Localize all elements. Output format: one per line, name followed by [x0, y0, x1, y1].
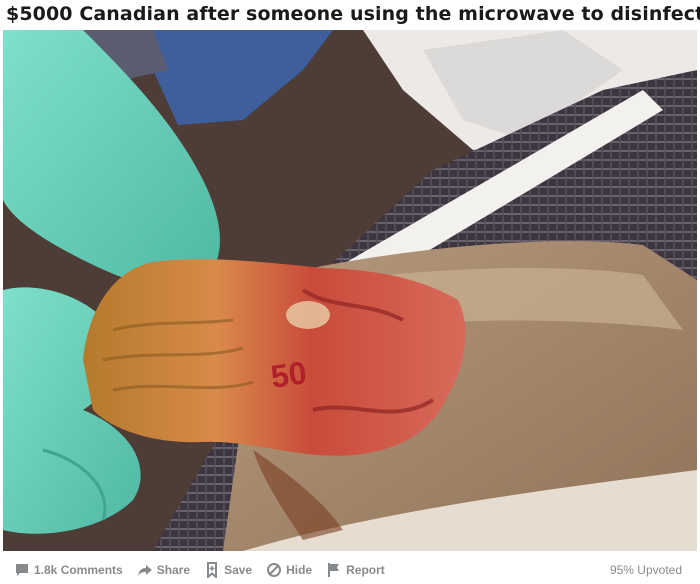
share-icon	[137, 565, 152, 576]
share-label: Share	[156, 563, 191, 577]
share-button[interactable]: Share	[133, 560, 194, 580]
post-action-bar: 1.8k Comments Share Save Hide Report 95%…	[0, 556, 700, 584]
microwaved-money-photo: 50	[3, 30, 697, 551]
banknote-denomination: 50	[269, 354, 309, 395]
hide-button[interactable]: Hide	[262, 560, 316, 580]
report-label: Report	[346, 563, 385, 577]
save-button[interactable]: Save	[200, 560, 256, 580]
post-title[interactable]: $5000 Canadian after someone using the m…	[6, 2, 700, 30]
report-button[interactable]: Report	[322, 560, 389, 580]
upvote-ratio: 95% Upvoted	[609, 563, 682, 577]
post-image[interactable]: 50	[3, 30, 697, 551]
comments-button[interactable]: 1.8k Comments	[10, 560, 127, 580]
comment-icon	[16, 564, 28, 576]
save-icon	[207, 562, 218, 578]
hide-icon	[267, 563, 282, 577]
comments-label: 1.8k Comments	[34, 563, 123, 577]
hide-label: Hide	[286, 563, 313, 577]
report-icon	[328, 563, 340, 577]
save-label: Save	[224, 563, 253, 577]
